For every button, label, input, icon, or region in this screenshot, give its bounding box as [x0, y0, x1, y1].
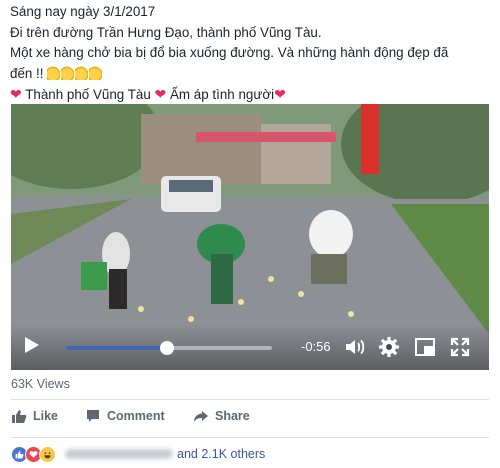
post-line-2: Đi trên đường Trần Hưng Đạo, thành phố V… — [10, 24, 322, 40]
share-arrow-icon — [194, 411, 208, 422]
post-actions: Like Comment Share — [11, 405, 489, 433]
picture-in-picture-icon[interactable] — [413, 335, 437, 359]
video-player[interactable]: -0:56 — [11, 104, 489, 370]
post-line-5-text: Thành phố Vũng Tàu — [25, 87, 151, 102]
post-line-5b-text: Ấm áp tình người — [170, 87, 275, 102]
others-count-link[interactable]: and 2.1K others — [177, 447, 265, 461]
post-line-4: đến !! — [10, 64, 490, 85]
post-line-1: Sáng nay ngày 3/1/2017 — [10, 4, 156, 19]
post-line-4-text: đến !! — [10, 65, 44, 81]
comment-label: Comment — [107, 409, 165, 423]
fullscreen-icon[interactable] — [448, 335, 472, 359]
play-icon[interactable] — [25, 337, 39, 353]
heart-icon: ❤ — [274, 86, 286, 102]
seek-bar[interactable] — [66, 341, 272, 355]
time-remaining: -0:56 — [301, 339, 331, 354]
settings-gear-icon[interactable] — [377, 335, 401, 359]
volume-icon[interactable] — [343, 335, 367, 359]
heart-icon: ❤ — [154, 86, 167, 102]
post-text: Sáng nay ngày 3/1/2017 Đi trên đường Trầ… — [10, 2, 490, 106]
comment-button[interactable]: Comment — [85, 408, 165, 424]
reactions-summary[interactable]: and 2.1K others — [11, 444, 265, 464]
blurred-names — [65, 449, 173, 459]
seek-bar-handle[interactable] — [159, 341, 174, 355]
haha-icon — [39, 445, 56, 463]
post-line-3: Một xe hàng chở bia bị đổ bia xuống đườn… — [10, 45, 449, 60]
like-label: Like — [33, 409, 59, 423]
divider — [11, 399, 489, 400]
view-count: 63K Views — [11, 377, 70, 391]
thumbs-up-icon — [12, 410, 27, 423]
clap-emoji-icon — [47, 65, 103, 81]
comment-bubble-icon — [87, 410, 99, 422]
share-button[interactable]: Share — [193, 408, 250, 424]
seek-bar-progress — [66, 346, 167, 350]
post-line-5: ❤ Thành phố Vũng Tàu ❤ Ấm áp tình người❤ — [10, 84, 490, 106]
heart-icon: ❤ — [10, 86, 22, 102]
video-controls: -0:56 — [11, 324, 489, 370]
like-button[interactable]: Like — [11, 408, 58, 424]
share-label: Share — [215, 409, 250, 423]
divider — [11, 437, 489, 438]
